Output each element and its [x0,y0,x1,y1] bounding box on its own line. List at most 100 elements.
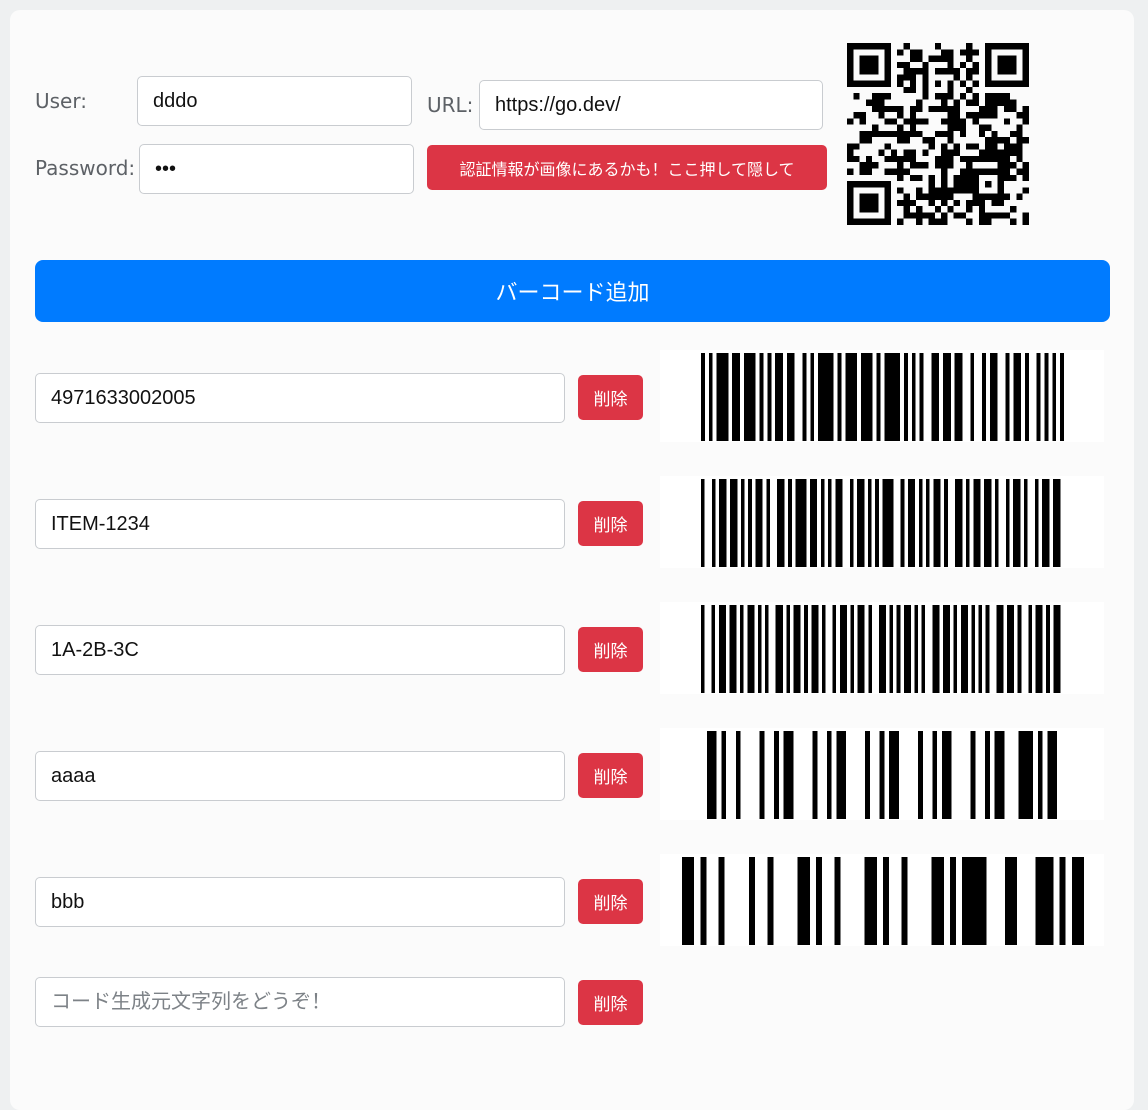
qr-module [1003,193,1011,200]
barcode-input[interactable] [35,877,565,927]
qr-module [865,168,873,175]
barcode-bar [735,731,741,819]
password-input[interactable] [139,144,414,194]
barcode-bar [889,731,899,819]
qr-module [897,199,904,207]
qr-module [903,212,910,219]
qr-module [922,162,929,169]
delete-button[interactable]: 削除 [578,501,643,546]
qr-module [1003,212,1011,219]
qr-module [966,206,973,213]
qr-module [903,43,910,50]
barcode-graphic [682,857,1084,945]
qr-module [859,168,866,175]
barcode-bar [882,479,894,567]
qr-module [897,105,904,113]
qr-module [947,149,954,156]
barcode-bar [797,857,810,945]
barcode-bar [757,605,762,693]
qr-module [953,181,960,188]
qr-module [1016,155,1023,163]
qr-module [897,49,904,56]
qr-module [928,174,935,182]
barcode-bar [793,605,801,693]
barcode-bar [719,479,727,567]
qr-module [985,218,992,225]
barcode-input[interactable] [35,373,565,423]
qr-module [1003,105,1011,113]
barcode-bar [1024,353,1029,441]
barcode-bar [965,479,970,567]
barcode-bar [943,605,951,693]
barcode-bar [1035,857,1054,945]
new-barcode-input[interactable] [35,977,565,1027]
qr-module [978,124,986,131]
delete-button[interactable]: 削除 [578,980,643,1025]
qr-module [934,193,942,200]
qr-finder [847,80,891,87]
qr-module [991,143,998,150]
qr-module [972,199,979,207]
add-barcode-button[interactable]: バーコード追加 [35,260,1110,322]
delete-button[interactable]: 削除 [578,879,643,924]
qr-module [890,149,898,156]
qr-module [878,112,885,119]
qr-module [890,168,898,175]
barcode-bar [971,605,976,693]
barcode-bar [953,605,958,693]
qr-module [934,206,942,213]
qr-module [953,68,960,75]
qr-module [941,218,948,225]
user-input[interactable] [137,76,412,126]
barcode-bar [701,605,705,693]
qr-module [966,74,973,81]
barcode-bar [970,731,976,819]
delete-button[interactable]: 削除 [578,753,643,798]
qr-module [1022,105,1029,113]
barcode-bar [718,605,726,693]
qr-module [978,149,986,156]
barcode-bar [901,857,908,945]
qr-module [1010,143,1017,150]
barcode-bar [774,731,779,819]
barcode-bar [1046,605,1050,693]
qr-module [959,168,967,175]
qr-module [928,55,935,62]
qr-module [1003,99,1011,106]
url-input[interactable] [479,80,823,130]
qr-module [966,143,973,150]
qr-module [966,49,973,56]
qr-module [972,143,979,150]
barcode-bar [740,479,745,567]
delete-button[interactable]: 削除 [578,627,643,672]
qr-module [1016,193,1023,200]
qr-module [959,124,967,131]
hide-credentials-button[interactable]: 認証情報が画像にあるかも！ここ押して隠して [427,145,827,190]
qr-module [922,193,929,200]
qr-module [941,130,948,138]
qr-module [947,68,954,75]
barcode-bar [918,479,923,567]
qr-module [953,212,960,219]
qr-module [928,187,935,194]
qr-module [853,155,860,163]
delete-button[interactable]: 削除 [578,375,643,420]
barcode-bar [879,731,885,819]
barcode-bar [933,479,941,567]
barcode-bar [876,353,881,441]
qr-module [916,218,923,225]
barcode-bar [982,353,986,441]
qr-module [903,168,910,175]
barcode-bar [1052,353,1057,441]
qr-module [859,112,866,119]
qr-module [941,49,948,56]
qr-module [934,80,942,87]
barcode-input[interactable] [35,499,565,549]
barcode-bar [955,479,963,567]
qr-module [941,193,948,200]
qr-module [947,162,954,169]
barcode-bar [896,605,901,693]
barcode-bar [809,479,818,567]
barcode-input[interactable] [35,625,565,675]
barcode-input[interactable] [35,751,565,801]
